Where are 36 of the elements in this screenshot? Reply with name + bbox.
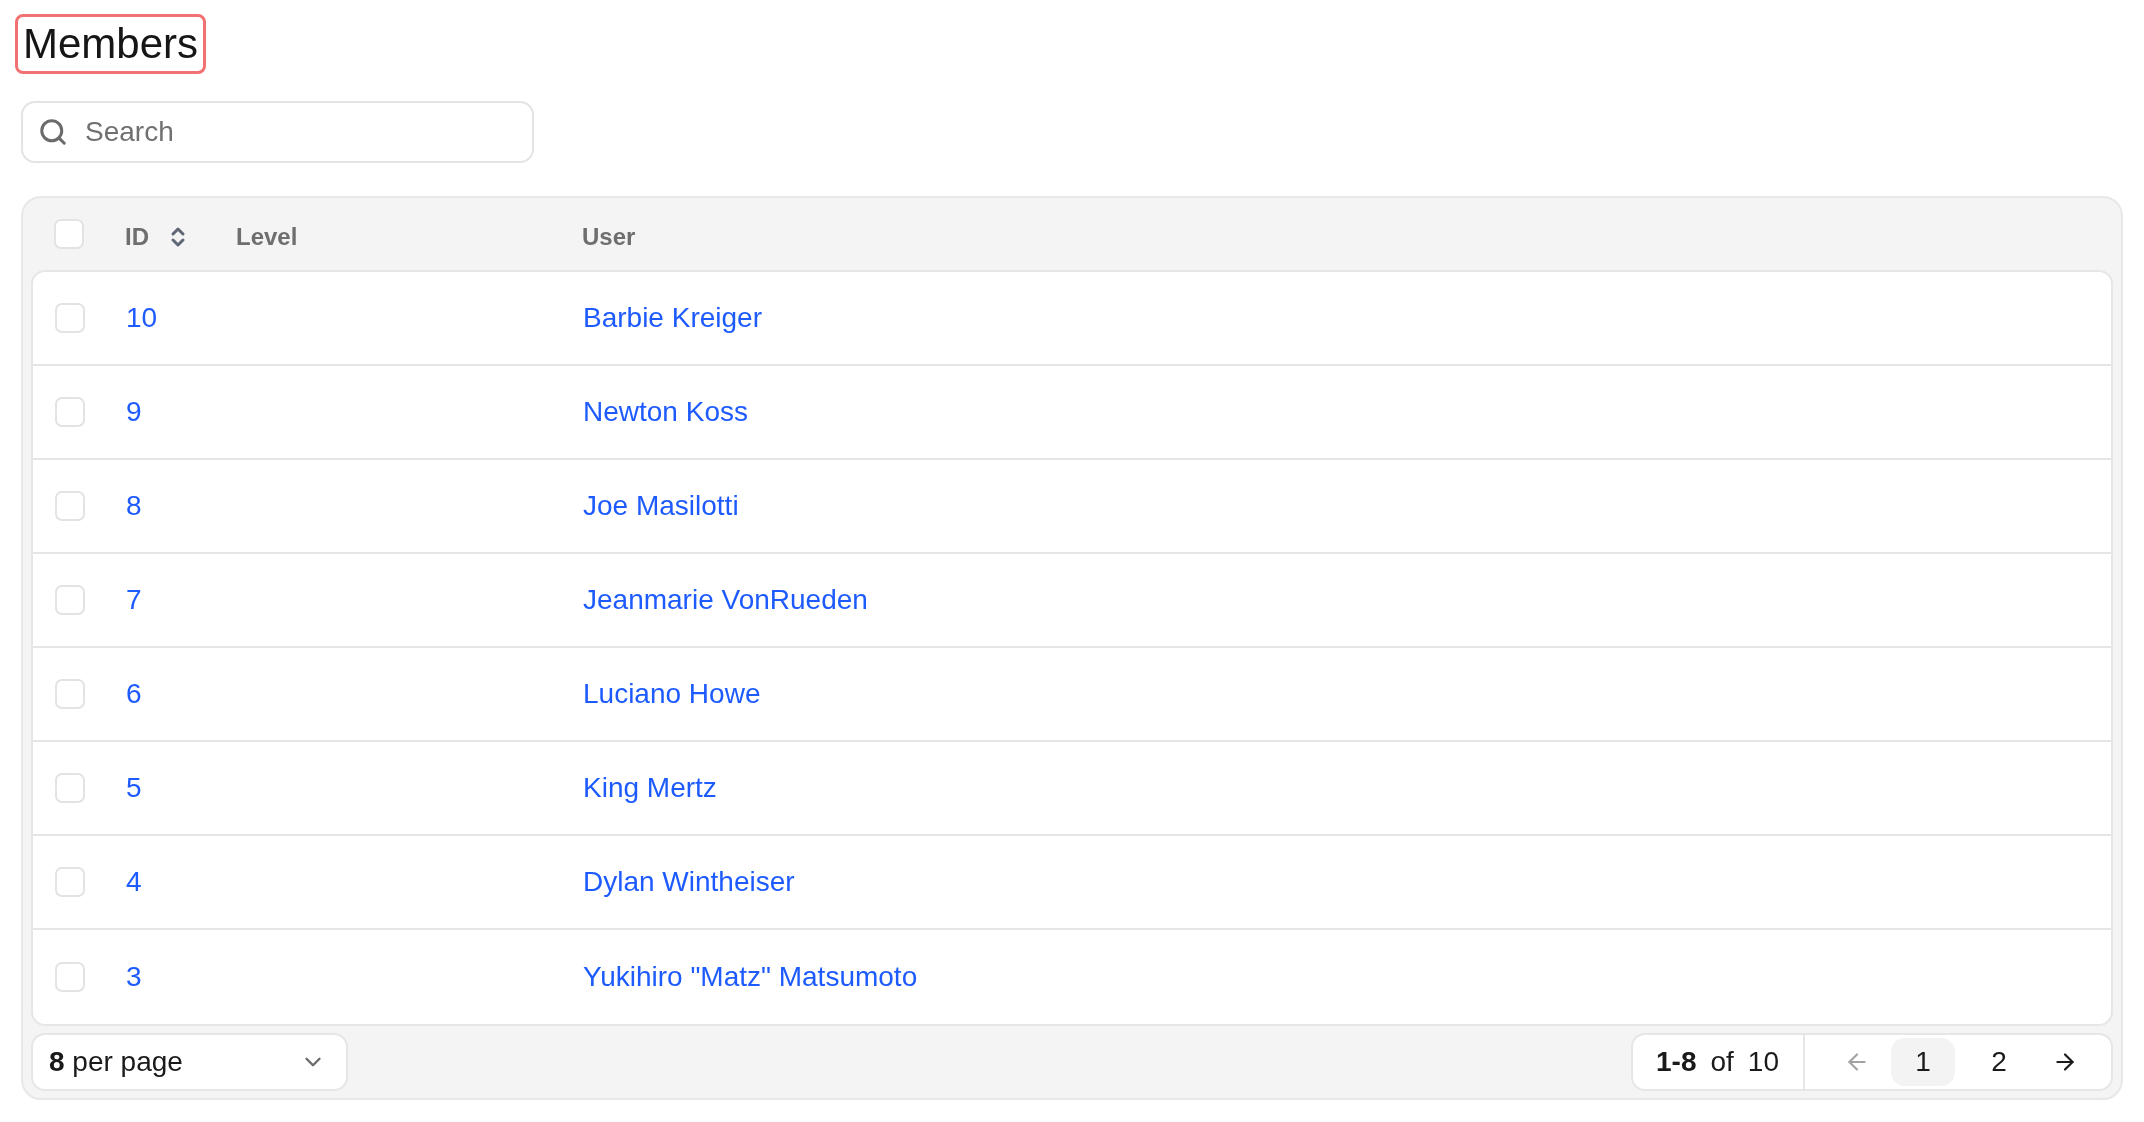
user-link[interactable]: Jeanmarie VonRueden	[583, 586, 868, 614]
id-link[interactable]: 9	[126, 398, 142, 426]
id-link[interactable]: 3	[126, 963, 142, 991]
checkbox[interactable]	[55, 773, 85, 803]
checkbox[interactable]	[55, 679, 85, 709]
id-link[interactable]: 8	[126, 492, 142, 520]
user-link[interactable]: Luciano Howe	[583, 680, 761, 708]
id-link[interactable]: 6	[126, 680, 142, 708]
checkbox[interactable]	[55, 962, 85, 992]
user-link[interactable]: Newton Koss	[583, 398, 748, 426]
id-link[interactable]: 10	[126, 304, 158, 332]
page-title: Members	[15, 14, 207, 74]
user-link[interactable]: Joe Masilotti	[583, 492, 739, 520]
checkbox[interactable]	[54, 219, 84, 249]
page-range-text: 1-8 of 10	[1656, 1045, 1779, 1079]
user-link[interactable]: Barbie Kreiger	[583, 304, 762, 332]
user-link[interactable]: Dylan Wintheiser	[583, 868, 795, 896]
id-link[interactable]: 7	[126, 586, 142, 614]
sort-icon	[170, 225, 186, 249]
checkbox[interactable]	[55, 867, 85, 897]
page-button[interactable]: 2	[1967, 1038, 2031, 1086]
id-link[interactable]: 5	[126, 774, 142, 802]
user-link[interactable]: Yukihiro "Matz" Matsumoto	[583, 963, 918, 991]
page-button[interactable]: 1	[1891, 1038, 1955, 1086]
checkbox[interactable]	[55, 303, 85, 333]
id-link[interactable]: 4	[126, 868, 142, 896]
search-icon	[38, 117, 68, 147]
search-field[interactable]: Search	[21, 101, 534, 163]
sortable-column-header[interactable]: ID	[125, 225, 186, 249]
checkbox[interactable]	[55, 585, 85, 615]
user-link[interactable]: King Mertz	[583, 774, 717, 802]
column-header: Level	[236, 225, 298, 249]
checkbox[interactable]	[55, 491, 85, 521]
checkbox[interactable]	[55, 397, 85, 427]
column-header: User	[582, 225, 636, 249]
per-page-select[interactable]: 8 per page	[31, 1033, 348, 1091]
